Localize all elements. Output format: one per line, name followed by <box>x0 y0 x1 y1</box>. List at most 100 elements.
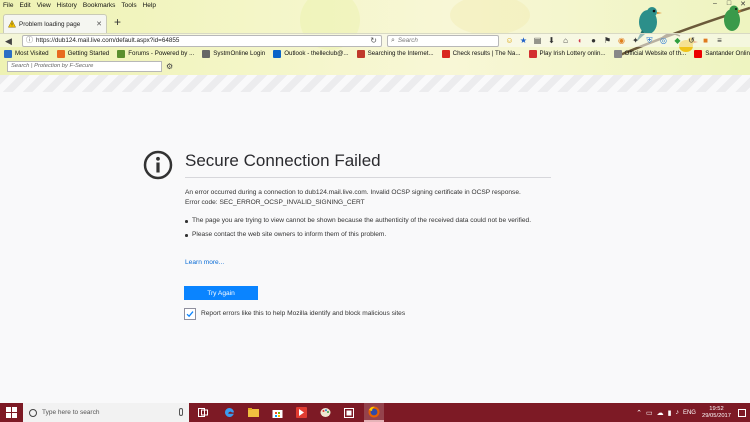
search-bar[interactable]: ⌕ Search <box>387 35 499 47</box>
toolbar-icons: ☺ ★ ▤ ⬇ ⌂ ◖ ● ⚑ ◉ ✦ ⛨ ◎ ◆ ↺ ■ ≡ <box>504 35 725 46</box>
cortana-icon <box>29 408 37 417</box>
reading-list-icon[interactable]: ▤ <box>532 35 543 46</box>
bookmark-favicon-icon <box>202 49 211 58</box>
network-icon[interactable]: ▭ <box>646 409 653 417</box>
bookmark-favicon-icon <box>4 49 12 58</box>
fsecure-settings-icon[interactable]: ⚙ <box>166 62 173 71</box>
download-icon[interactable]: ⬇ <box>546 35 557 46</box>
menu-view[interactable]: View <box>34 0 54 11</box>
bookmark-item[interactable]: Santander Online Ban... <box>690 49 750 58</box>
browser-chrome: File Edit View History Bookmarks Tools H… <box>0 0 750 75</box>
url-bar[interactable]: ⓘ https://dub124.mail.live.com/default.a… <box>22 35 382 47</box>
paint-icon[interactable] <box>318 406 332 419</box>
system-tray: ⌃ ▭ ☁ ▮ ♪ ENG 19:52 29/05/2017 <box>636 403 750 422</box>
clock[interactable]: 19:52 29/05/2017 <box>702 406 731 420</box>
back-icon[interactable]: ◀ <box>5 35 12 47</box>
globe-icon[interactable]: ◎ <box>658 35 669 46</box>
dark-circle-icon[interactable]: ● <box>588 35 599 46</box>
firefox-taskbar-icon[interactable] <box>364 403 384 422</box>
bookmark-label: SystmOnline Login <box>213 50 266 57</box>
bookmark-item[interactable]: Most Visited <box>0 49 53 58</box>
app-icon[interactable] <box>342 406 356 419</box>
tab-strip: Problem loading page ✕ + <box>0 11 750 33</box>
edge-icon[interactable] <box>222 406 236 419</box>
menu-file[interactable]: File <box>0 0 16 11</box>
menu-edit[interactable]: Edit <box>16 0 33 11</box>
file-explorer-icon[interactable] <box>246 406 260 419</box>
bookmark-favicon-icon <box>694 49 703 58</box>
report-errors-checkbox[interactable] <box>184 308 196 320</box>
maximize-icon[interactable]: □ <box>722 0 736 11</box>
bookmark-item[interactable]: Check results | The Na... <box>438 49 525 58</box>
pocket-icon[interactable]: ◖ <box>574 35 585 46</box>
bookmark-item[interactable]: Forums - Powered by ... <box>113 49 198 58</box>
error-code: Error code: SEC_ERROR_OCSP_INVALID_SIGNI… <box>185 199 365 206</box>
smiley-icon[interactable]: ☺ <box>504 35 515 46</box>
minimize-icon[interactable]: – <box>708 0 722 11</box>
bookmark-label: Getting Started <box>67 50 110 57</box>
bookmark-item[interactable]: Outlook - thelleclub@... <box>269 49 352 58</box>
warning-stripe <box>0 75 750 92</box>
shield-icon[interactable]: ⛨ <box>644 35 655 46</box>
bookmark-item[interactable]: Getting Started <box>53 49 114 58</box>
show-hidden-icons-icon[interactable]: ⌃ <box>636 409 642 417</box>
try-again-button[interactable]: Try Again <box>184 286 258 300</box>
red-app-icon[interactable] <box>294 406 308 419</box>
menu-hamburger-icon[interactable]: ≡ <box>714 35 725 46</box>
orange-addon-icon[interactable]: ■ <box>700 35 711 46</box>
menu-history[interactable]: History <box>54 0 80 11</box>
learn-more-link[interactable]: Learn more... <box>185 259 224 266</box>
tab-close-icon[interactable]: ✕ <box>96 20 102 28</box>
battery-icon[interactable]: ▮ <box>668 409 672 417</box>
task-view-icon[interactable] <box>196 406 210 419</box>
url-text: https://dub124.mail.live.com/default.asp… <box>36 37 180 44</box>
list-item: Please contact the web site owners to in… <box>185 230 555 240</box>
green-addon-icon[interactable]: ◆ <box>672 35 683 46</box>
home-icon[interactable]: ⌂ <box>560 35 571 46</box>
taskbar-search-placeholder: Type here to search <box>42 409 100 416</box>
taskbar-search-box[interactable]: Type here to search <box>23 403 189 422</box>
bookmark-label: Official Website of th... <box>624 50 687 57</box>
menu-tools[interactable]: Tools <box>118 0 139 11</box>
bookmark-item[interactable]: Searching the Internet... <box>353 49 438 58</box>
menu-bookmarks[interactable]: Bookmarks <box>80 0 119 11</box>
checkmark-icon <box>186 311 194 318</box>
store-icon[interactable] <box>270 406 284 419</box>
fsecure-toolbar: Search | Protection by F-Secure ⚙ <box>0 60 750 73</box>
tab-problem-loading[interactable]: Problem loading page ✕ <box>3 14 107 33</box>
site-info-icon[interactable]: ⓘ <box>26 36 33 46</box>
volume-icon[interactable]: ♪ <box>675 409 679 416</box>
bookmark-item[interactable]: Play Irish Lottery onlin... <box>525 49 610 58</box>
language-indicator[interactable]: ENG <box>683 410 696 416</box>
bookmark-favicon-icon <box>356 49 365 58</box>
page-title: Secure Connection Failed <box>185 151 381 170</box>
navigation-bar: ◀ ⓘ https://dub124.mail.live.com/default… <box>0 33 750 47</box>
flag-icon[interactable]: ⚑ <box>602 35 613 46</box>
close-window-icon[interactable]: ✕ <box>736 0 750 11</box>
bookmark-label: Check results | The Na... <box>452 50 521 57</box>
clock-time: 19:52 <box>709 405 724 412</box>
reload-icon[interactable]: ↻ <box>370 36 377 46</box>
bookmark-favicon-icon <box>528 49 537 58</box>
bookmark-star-icon[interactable]: ★ <box>518 35 529 46</box>
microphone-icon[interactable] <box>179 408 183 416</box>
sync-icon[interactable]: ↺ <box>686 35 697 46</box>
bookmark-item[interactable]: Official Website of th... <box>610 49 691 58</box>
menu-help[interactable]: Help <box>140 0 159 11</box>
error-description: An error occurred during a connection to… <box>185 189 521 196</box>
menu-bar: File Edit View History Bookmarks Tools H… <box>0 0 159 11</box>
addon-icon[interactable]: ✦ <box>630 35 641 46</box>
clock-date: 29/05/2017 <box>701 412 731 419</box>
new-tab-button[interactable]: + <box>114 16 121 28</box>
action-center-icon[interactable] <box>738 408 746 417</box>
title-divider <box>185 177 551 178</box>
bookmarks-toolbar: Most Visited Getting Started Forums - Powe… <box>0 47 750 60</box>
rss-icon[interactable]: ◉ <box>616 35 627 46</box>
windows-start-icon[interactable] <box>6 407 17 418</box>
fsecure-search-input[interactable]: Search | Protection by F-Secure <box>7 61 162 72</box>
bookmark-item[interactable]: SystmOnline Login <box>198 49 269 58</box>
onedrive-icon[interactable]: ☁ <box>657 409 664 417</box>
tab-title: Problem loading page <box>19 20 81 28</box>
windows-taskbar: Type here to search ⌃ ▭ ☁ ▮ ♪ ENG 19:52 … <box>0 403 750 422</box>
window-controls: – □ ✕ <box>708 0 750 11</box>
